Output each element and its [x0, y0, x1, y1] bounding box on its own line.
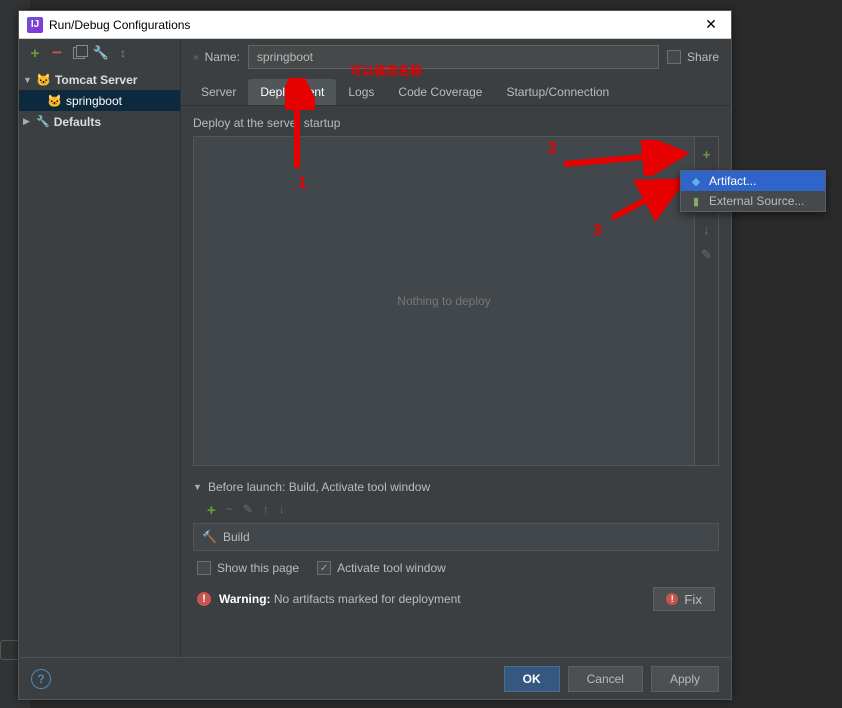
build-item-label: Build — [223, 530, 250, 544]
tab-startup-connection[interactable]: Startup/Connection — [494, 79, 621, 105]
move-down-icon[interactable]: ↓ — [279, 502, 285, 519]
titlebar: IJ Run/Debug Configurations ✕ — [19, 11, 731, 39]
config-tree: ▼ 🐱 Tomcat Server 🐱 springboot ▶ 🔧 Defau… — [19, 67, 180, 134]
dialog-content: + − 🔧 ↕ ▼ 🐱 Tomcat Server 🐱 springboot ▶ — [19, 39, 731, 657]
tab-logs[interactable]: Logs — [336, 79, 386, 105]
main-panel: » Name: Share Server Deployment Logs Cod… — [181, 39, 731, 657]
before-launch-label: Before launch: Build, Activate tool wind… — [208, 480, 430, 494]
before-launch-toolbar: + − ✎ ↑ ↓ — [193, 494, 719, 523]
show-this-page-checkbox[interactable]: Show this page — [197, 561, 299, 575]
show-label: Show this page — [217, 561, 299, 575]
expand-all-icon[interactable]: ↕ — [115, 45, 131, 61]
edit-icon[interactable]: ✎ — [701, 247, 712, 263]
tabs: Server Deployment Logs Code Coverage Sta… — [181, 79, 731, 106]
checkbox-checked-icon — [317, 561, 331, 575]
tab-code-coverage[interactable]: Code Coverage — [386, 79, 494, 105]
before-launch-section: ▼ Before launch: Build, Activate tool wi… — [193, 480, 719, 575]
move-down-icon[interactable]: ↓ — [703, 222, 710, 237]
run-debug-dialog: IJ Run/Debug Configurations ✕ + − 🔧 ↕ ▼ … — [18, 10, 732, 700]
chevron-down-icon: ▼ — [193, 482, 202, 492]
ok-button[interactable]: OK — [504, 666, 560, 692]
before-launch-list[interactable]: 🔨 Build — [193, 523, 719, 551]
deploy-list: Nothing to deploy — [194, 137, 694, 465]
popup-label: Artifact... — [709, 174, 756, 188]
remove-task-icon[interactable]: − — [226, 502, 233, 519]
name-row: » Name: Share — [181, 39, 731, 75]
cancel-button[interactable]: Cancel — [568, 666, 643, 692]
close-icon[interactable]: ✕ — [699, 16, 723, 33]
name-label: Name: — [205, 50, 240, 64]
nothing-text: Nothing to deploy — [397, 294, 490, 308]
share-checkbox[interactable]: Share — [667, 50, 719, 64]
tomcat-icon: 🐱 — [47, 94, 62, 108]
tree-node-springboot[interactable]: 🐱 springboot — [19, 90, 180, 111]
checkbox-icon — [667, 50, 681, 64]
add-config-icon[interactable]: + — [27, 45, 43, 61]
remove-config-icon[interactable]: − — [49, 45, 65, 61]
dialog-footer: ? OK Cancel Apply — [19, 657, 731, 699]
move-up-icon[interactable]: ↑ — [263, 502, 269, 519]
tab-deployment[interactable]: Deployment — [248, 79, 336, 105]
warning-text: Warning: No artifacts marked for deploym… — [219, 592, 461, 606]
before-launch-checks: Show this page Activate tool window — [193, 551, 719, 575]
sidebar-toolbar: + − 🔧 ↕ — [19, 39, 180, 67]
copy-config-icon[interactable] — [71, 45, 87, 61]
before-launch-header[interactable]: ▼ Before launch: Build, Activate tool wi… — [193, 480, 719, 494]
deploy-header: Deploy at the server startup — [193, 116, 719, 130]
fix-label: Fix — [684, 592, 702, 607]
popup-item-artifact[interactable]: ◆ Artifact... — [681, 171, 825, 191]
activate-tool-window-checkbox[interactable]: Activate tool window — [317, 561, 446, 575]
app-icon: IJ — [27, 17, 43, 33]
wrench-icon: 🔧 — [36, 115, 50, 128]
fix-button[interactable]: ! Fix — [653, 587, 715, 611]
checkbox-icon — [197, 561, 211, 575]
edit-task-icon[interactable]: ✎ — [243, 502, 253, 519]
apply-button[interactable]: Apply — [651, 666, 719, 692]
warning-row: ! Warning: No artifacts marked for deplo… — [193, 575, 719, 623]
add-task-icon[interactable]: + — [207, 502, 216, 519]
deploy-panel: Nothing to deploy + − ↑ ↓ ✎ — [193, 136, 719, 466]
warning-icon: ! — [197, 592, 211, 606]
chevron-right-icon[interactable]: » — [193, 52, 197, 63]
warning-icon: ! — [666, 593, 678, 605]
hammer-icon: 🔨 — [202, 530, 217, 544]
tree-node-tomcat-server[interactable]: ▼ 🐱 Tomcat Server — [19, 69, 180, 90]
name-input[interactable] — [248, 45, 659, 69]
popup-item-external-source[interactable]: ▮ External Source... — [681, 191, 825, 211]
tree-node-defaults[interactable]: ▶ 🔧 Defaults — [19, 111, 180, 132]
tomcat-icon: 🐱 — [36, 73, 51, 87]
tree-label: Tomcat Server — [55, 73, 137, 87]
settings-icon[interactable]: 🔧 — [93, 45, 109, 61]
configurations-sidebar: + − 🔧 ↕ ▼ 🐱 Tomcat Server 🐱 springboot ▶ — [19, 39, 181, 657]
title-text: Run/Debug Configurations — [49, 18, 699, 32]
deployment-area: Deploy at the server startup Nothing to … — [181, 106, 731, 657]
add-artifact-icon[interactable]: + — [703, 147, 711, 162]
popup-label: External Source... — [709, 194, 804, 208]
help-icon[interactable]: ? — [31, 669, 51, 689]
chevron-down-icon: ▼ — [23, 75, 32, 85]
activate-label: Activate tool window — [337, 561, 446, 575]
tree-label: Defaults — [54, 115, 101, 129]
tab-server[interactable]: Server — [189, 79, 248, 105]
artifact-icon: ◆ — [689, 175, 703, 188]
folder-icon: ▮ — [689, 195, 703, 208]
warning-label: Warning: — [219, 592, 271, 606]
tree-label: springboot — [66, 94, 122, 108]
warning-msg: No artifacts marked for deployment — [274, 592, 461, 606]
add-artifact-popup: ◆ Artifact... ▮ External Source... — [680, 170, 826, 212]
share-label: Share — [687, 50, 719, 64]
chevron-right-icon: ▶ — [23, 116, 32, 127]
